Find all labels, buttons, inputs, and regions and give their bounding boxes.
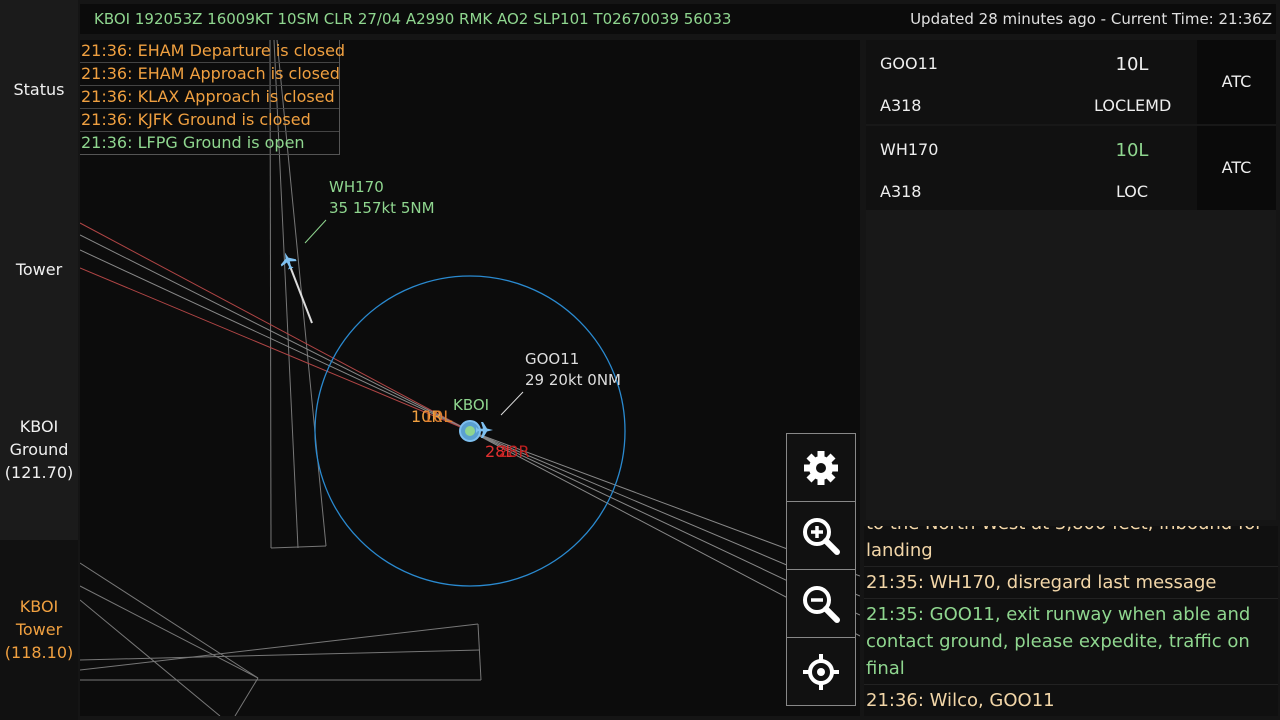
strip-callsign: GOO11 — [880, 54, 938, 73]
strip-clearance: LOC — [1115, 182, 1149, 201]
strip-atc-button[interactable]: ATC — [1197, 40, 1276, 124]
strip-callsign: WH170 — [880, 140, 939, 159]
strip-runway: 10L — [1115, 54, 1149, 75]
runway-label-10l: 10L — [423, 407, 452, 426]
radio-message: 21:35: WH170, disregard last message — [864, 566, 1278, 598]
crosshair-icon — [803, 653, 839, 690]
radar-toolbar — [786, 433, 856, 706]
radio-log[interactable]: to the North West at 3,800 feet, inbound… — [864, 526, 1278, 716]
radar-scope[interactable]: KBOI 10R 10L 28L 28R WH170 35 157kt 5NM … — [80, 40, 860, 716]
wh170-aircraft-icon[interactable] — [277, 250, 298, 271]
wh170-heading-line — [287, 260, 313, 324]
strip-aircraft-type: A318 — [880, 96, 922, 115]
status-label: Status — [13, 80, 65, 99]
status-log-row: 21:36: KJFK Ground is closed — [80, 109, 339, 132]
ground-airport: KBOI — [19, 417, 59, 436]
zoom-out-icon — [803, 585, 840, 623]
strip-aircraft-type: A318 — [880, 182, 922, 201]
approach-cone-southwest — [80, 562, 482, 716]
wh170-leader-line — [304, 219, 327, 244]
flight-strip-goo11[interactable]: GOO11 10L A318 LOCLEMD ATC — [866, 40, 1276, 124]
goo11-callsign[interactable]: GOO11 — [525, 350, 579, 368]
status-button[interactable]: Status — [0, 78, 78, 101]
wh170-callsign[interactable]: WH170 — [329, 178, 384, 196]
status-log: 21:36: EHAM Departure is closed 21:36: E… — [80, 40, 345, 155]
radio-message: to the North West at 3,800 feet, inbound… — [864, 526, 1278, 566]
zoom-out-button[interactable] — [786, 569, 856, 638]
ground-frequency-button[interactable]: KBOI Ground (121.70) — [0, 415, 78, 484]
radio-log-list: to the North West at 3,800 feet, inbound… — [864, 526, 1278, 716]
tower-label: Tower — [15, 620, 63, 639]
approach-lines-west — [80, 222, 471, 432]
wh170-data-block: 35 157kt 5NM — [329, 199, 435, 217]
tower-button[interactable]: Tower — [0, 258, 78, 281]
sidebar: Status Tower KBOI Ground (121.70) KBOI T… — [0, 0, 78, 720]
ground-label: Ground — [9, 440, 69, 459]
metar-bar: KBOI 192053Z 16009KT 10SM CLR 27/04 A299… — [80, 4, 1276, 34]
strip-runway: 10L — [1115, 140, 1149, 161]
settings-button[interactable] — [786, 433, 856, 502]
runway-label-28r: 28R — [498, 442, 529, 461]
tower-airport: KBOI — [19, 597, 59, 616]
gear-icon — [804, 450, 838, 485]
flight-strip-panel: GOO11 10L A318 LOCLEMD ATC WH170 10L A31… — [866, 40, 1276, 520]
strip-clearance: LOCLEMD — [1094, 96, 1172, 115]
status-log-row: 21:36: EHAM Departure is closed — [80, 40, 345, 63]
tower-frequency-button[interactable]: KBOI Tower (118.10) — [0, 540, 78, 720]
goo11-leader-line — [500, 391, 524, 416]
radio-message: 21:36: Wilco, GOO11 — [864, 684, 1278, 716]
goo11-data-block: 29 20kt 0NM — [525, 371, 621, 389]
metar-text: KBOI 192053Z 16009KT 10SM CLR 27/04 A299… — [94, 10, 732, 28]
status-log-row: 21:36: LFPG Ground is open — [81, 133, 305, 152]
status-log-row: 21:36: EHAM Approach is closed — [80, 63, 340, 86]
center-button[interactable] — [786, 637, 856, 706]
airport-label: KBOI — [453, 396, 489, 414]
ground-freq: (121.70) — [4, 463, 74, 482]
flight-strip-wh170[interactable]: WH170 10L A318 LOC ATC — [866, 126, 1276, 210]
tower-label: Tower — [15, 260, 63, 279]
tower-freq: (118.10) — [4, 643, 74, 662]
airport-center-dot — [465, 426, 475, 436]
zoom-in-button[interactable] — [786, 501, 856, 570]
status-log-row: 21:36: KLAX Approach is closed — [80, 86, 339, 109]
updated-time: Updated 28 minutes ago - Current Time: 2… — [910, 10, 1272, 28]
radio-message: 21:35: GOO11, exit runway when able and … — [864, 598, 1278, 684]
zoom-in-icon — [803, 517, 840, 555]
strip-atc-button[interactable]: ATC — [1197, 126, 1276, 210]
